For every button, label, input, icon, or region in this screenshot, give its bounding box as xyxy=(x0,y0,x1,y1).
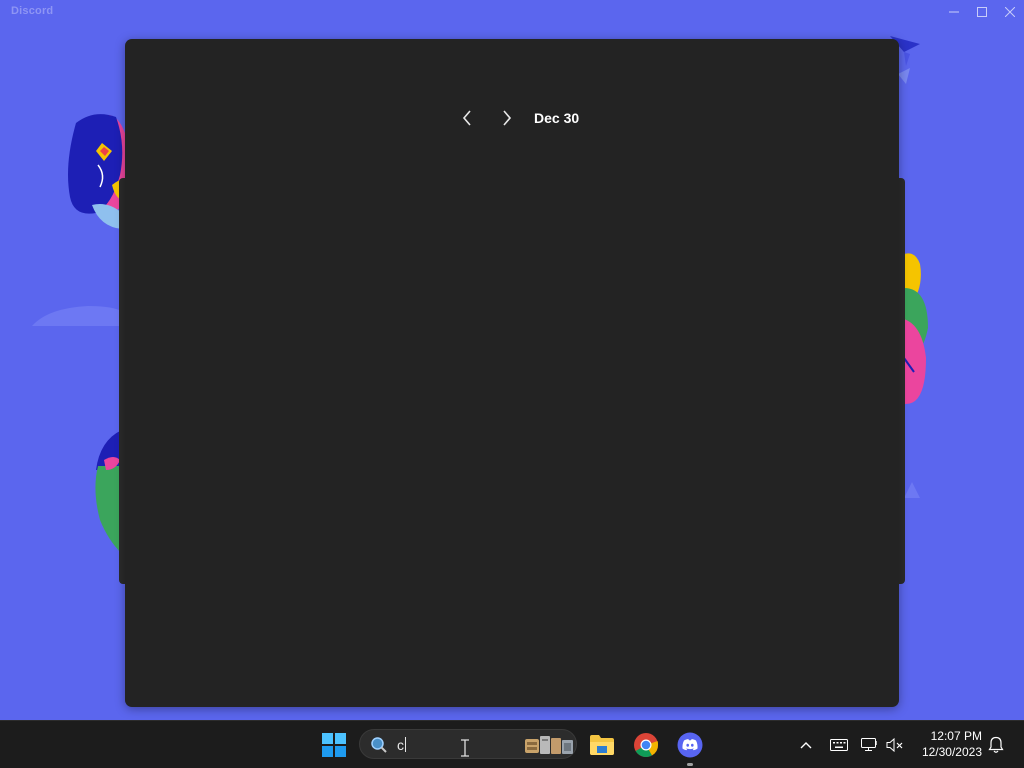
calendar-date-label[interactable]: Dec 30 xyxy=(534,110,579,126)
chevron-left-icon xyxy=(462,110,471,126)
notifications-button[interactable] xyxy=(986,733,1006,757)
close-button[interactable] xyxy=(995,0,1024,24)
windows-start-icon xyxy=(322,733,346,757)
text-cursor-icon xyxy=(461,739,469,757)
character-illustration-top-left xyxy=(68,114,126,229)
clock-time: 12:07 PM xyxy=(930,729,982,743)
notification-bell-icon xyxy=(988,736,1004,753)
taskbar-search-input[interactable]: c xyxy=(359,729,577,759)
discord-icon xyxy=(677,732,703,758)
discord-taskbar-button[interactable] xyxy=(674,729,706,761)
start-button[interactable] xyxy=(318,729,350,761)
chrome-icon xyxy=(634,733,659,758)
sound-muted-icon xyxy=(886,737,903,753)
taskbar: c 12:07 PM 12/30/2023 xyxy=(0,720,1024,768)
clock-date: 12/30/2023 xyxy=(921,745,982,759)
keyboard-icon xyxy=(830,739,848,751)
next-day-button[interactable] xyxy=(494,105,520,131)
calendar-flyout: Dec 30 xyxy=(125,39,899,707)
chevron-up-icon xyxy=(800,742,812,749)
touch-keyboard-button[interactable] xyxy=(828,733,850,757)
character-illustration-bottom-left xyxy=(95,430,122,554)
volume-button[interactable] xyxy=(885,733,905,757)
app-title: Discord xyxy=(11,5,54,17)
chevron-right-icon xyxy=(503,110,512,126)
minimize-button[interactable] xyxy=(939,0,969,24)
discord-running-indicator xyxy=(687,763,693,766)
chrome-button[interactable] xyxy=(630,729,662,761)
taskbar-clock[interactable]: 12:07 PM 12/30/2023 xyxy=(912,728,982,760)
file-explorer-button[interactable] xyxy=(586,729,618,761)
maximize-button[interactable] xyxy=(967,0,997,24)
search-highlight-icon[interactable] xyxy=(524,733,574,757)
show-hidden-icons-button[interactable] xyxy=(796,733,816,757)
search-icon xyxy=(371,737,387,753)
cloud-illustration xyxy=(32,306,123,326)
network-button[interactable] xyxy=(860,733,880,757)
titlebar: Discord xyxy=(0,0,1024,24)
search-query-text: c xyxy=(397,737,406,753)
network-icon xyxy=(861,738,877,751)
previous-day-button[interactable] xyxy=(454,105,480,131)
file-explorer-icon xyxy=(590,735,614,755)
